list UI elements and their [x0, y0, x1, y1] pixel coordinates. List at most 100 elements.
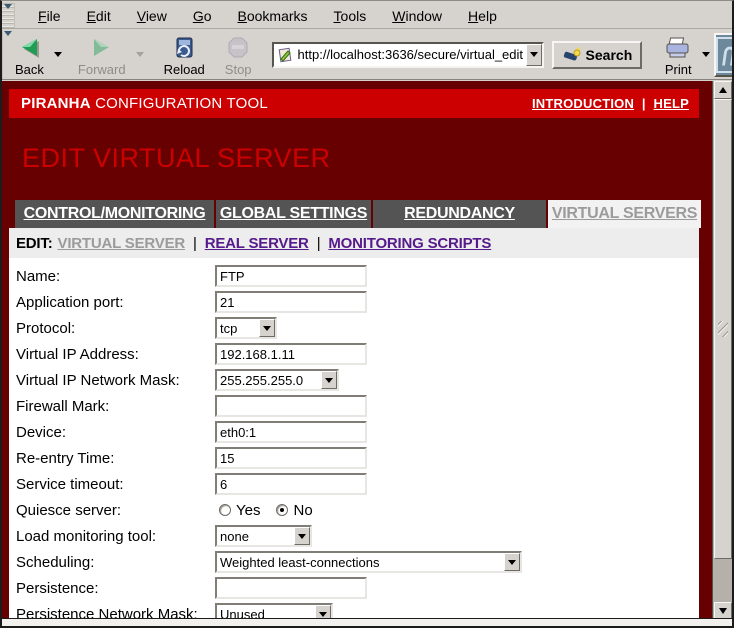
chevron-down-icon[interactable] [321, 371, 337, 389]
menu-bookmarks[interactable]: Bookmarks [225, 5, 321, 27]
scroll-up-icon[interactable] [714, 81, 732, 99]
scheduling-select[interactable]: Weighted least-connections [215, 551, 522, 573]
content-area: EDIT: VIRTUAL SERVER | REAL SERVER | MON… [9, 228, 699, 620]
help-link[interactable]: HELP [654, 96, 689, 111]
print-dropdown-icon[interactable] [702, 52, 710, 57]
application-port-input[interactable] [215, 291, 367, 313]
page-viewport: PIRANHA CONFIGURATION TOOL INTRODUCTION … [2, 81, 712, 620]
tab-control-monitoring[interactable]: CONTROL/MONITORING [15, 200, 214, 228]
menu-go[interactable]: Go [180, 5, 225, 27]
form-row: Firewall Mark: [9, 393, 699, 419]
virtual-ip-netmask-label: Virtual IP Network Mask: [16, 372, 215, 389]
search-icon [562, 47, 582, 63]
reload-label: Reload [164, 62, 205, 77]
device-input[interactable] [215, 421, 367, 443]
virtual-ip-netmask-select[interactable]: 255.255.255.0 [215, 369, 339, 391]
toolbar-grip[interactable] [2, 30, 3, 79]
print-button[interactable]: Print [658, 32, 698, 78]
form-row: Scheduling: Weighted least-connections [9, 549, 699, 575]
quiesce-no-radio[interactable] [276, 504, 288, 516]
quiesce-yes-radio[interactable] [219, 504, 231, 516]
menu-tools[interactable]: Tools [321, 5, 380, 27]
quiesce-no-label: No [293, 502, 312, 519]
introduction-link[interactable]: INTRODUCTION [532, 96, 634, 111]
load-monitoring-value: none [217, 529, 294, 544]
firewall-mark-input[interactable] [215, 395, 367, 417]
tab-redundancy[interactable]: REDUNDANCY [373, 200, 546, 228]
menu-window[interactable]: Window [379, 5, 455, 27]
stop-button[interactable]: Stop [219, 30, 258, 79]
piranha-brand: PIRANHA CONFIGURATION TOOL [21, 95, 268, 112]
tab-global-settings[interactable]: GLOBAL SETTINGS [216, 200, 371, 228]
form-row: Application port: [9, 289, 699, 315]
stop-icon [226, 34, 250, 62]
form-row: Protocol: tcp [9, 315, 699, 341]
print-label: Print [665, 62, 692, 77]
menu-file[interactable]: File [25, 5, 74, 27]
mozilla-logo-button[interactable] [714, 33, 734, 77]
forward-dropdown-icon[interactable] [136, 52, 144, 57]
service-timeout-label: Service timeout: [16, 476, 215, 493]
subnav-separator: | [193, 235, 197, 252]
menu-bar: File Edit View Go Bookmarks Tools Window… [2, 3, 732, 29]
load-monitoring-select[interactable]: none [215, 525, 312, 547]
protocol-label: Protocol: [16, 320, 215, 337]
service-timeout-input[interactable] [215, 473, 367, 495]
reentry-time-input[interactable] [215, 447, 367, 469]
form-row: Virtual IP Network Mask: 255.255.255.0 [9, 367, 699, 393]
quiesce-yes-label: Yes [236, 502, 260, 519]
form-row: Quiesce server: Yes No [9, 497, 699, 523]
back-icon [15, 34, 43, 62]
virtual-server-form: Name: Application port: Protocol: tcp Vi… [9, 258, 699, 620]
browser-window: File Edit View Go Bookmarks Tools Window… [0, 0, 734, 628]
virtual-ip-label: Virtual IP Address: [16, 346, 215, 363]
firewall-mark-label: Firewall Mark: [16, 398, 215, 415]
subnav-virtual-server-link[interactable]: VIRTUAL SERVER [58, 235, 186, 252]
stop-label: Stop [225, 62, 252, 77]
url-text[interactable]: http://localhost:3636/secure/virtual_edi… [296, 47, 526, 62]
subnav-monitoring-scripts-link[interactable]: MONITORING SCRIPTS [328, 235, 491, 252]
form-row: Device: [9, 419, 699, 445]
name-input[interactable] [215, 265, 367, 287]
back-dropdown-icon[interactable] [54, 52, 62, 57]
forward-button[interactable]: Forward [72, 32, 132, 78]
form-row: Re-entry Time: [9, 445, 699, 471]
scrollbar-thumb[interactable] [714, 99, 732, 559]
chevron-down-icon[interactable] [294, 527, 310, 545]
protocol-select[interactable]: tcp [215, 317, 277, 339]
back-button[interactable]: Back [9, 32, 50, 78]
forward-icon [88, 34, 116, 62]
menubar-grip[interactable] [2, 3, 15, 28]
form-row: Virtual IP Address: [9, 341, 699, 367]
subnav-separator: | [317, 235, 321, 252]
url-history-dropdown-icon[interactable] [526, 44, 542, 66]
form-row: Load monitoring tool: none [9, 523, 699, 549]
scheduling-label: Scheduling: [16, 554, 215, 571]
menu-edit[interactable]: Edit [74, 5, 124, 27]
thumb-grip [718, 321, 728, 337]
brand-strong: PIRANHA [21, 95, 91, 112]
persistence-input[interactable] [215, 577, 367, 599]
url-bar[interactable]: http://localhost:3636/secure/virtual_edi… [272, 42, 544, 68]
print-icon [664, 34, 692, 62]
search-button[interactable]: Search [552, 41, 643, 69]
menu-items: File Edit View Go Bookmarks Tools Window… [15, 3, 510, 28]
application-port-label: Application port: [16, 294, 215, 311]
menu-view[interactable]: View [124, 5, 180, 27]
menu-help[interactable]: Help [455, 5, 510, 27]
edit-subnav: EDIT: VIRTUAL SERVER | REAL SERVER | MON… [9, 228, 699, 258]
reload-button[interactable]: Reload [158, 30, 211, 79]
main-tabs: CONTROL/MONITORING GLOBAL SETTINGS REDUN… [15, 200, 701, 228]
chevron-down-icon[interactable] [504, 553, 520, 571]
bookmark-icon[interactable] [274, 47, 296, 63]
load-monitoring-label: Load monitoring tool: [16, 528, 215, 545]
virtual-ip-input[interactable] [215, 343, 367, 365]
quiesce-server-label: Quiesce server: [16, 502, 215, 519]
tab-virtual-servers[interactable]: VIRTUAL SERVERS [548, 200, 701, 228]
collapse-arrow-icon [4, 31, 12, 36]
form-row: Persistence: [9, 575, 699, 601]
subnav-real-server-link[interactable]: REAL SERVER [205, 235, 309, 252]
chevron-down-icon[interactable] [259, 319, 275, 337]
name-label: Name: [16, 268, 215, 285]
vertical-scrollbar[interactable] [712, 81, 732, 620]
